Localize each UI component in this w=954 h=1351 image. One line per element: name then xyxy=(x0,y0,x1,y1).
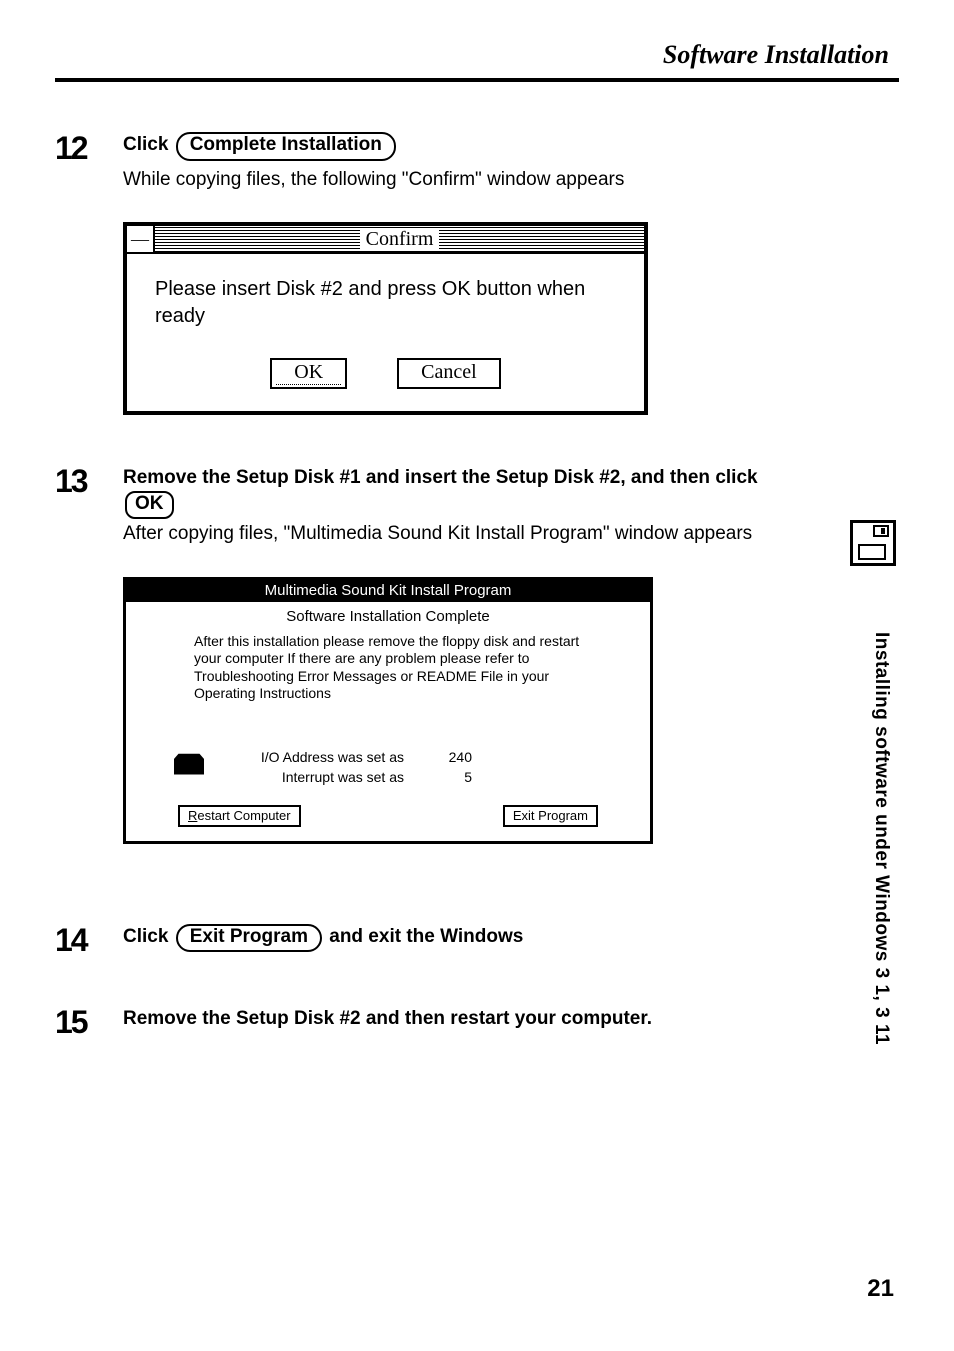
step-description: While copying files, the following "Conf… xyxy=(123,167,899,193)
chip-icon xyxy=(174,749,204,775)
window-subtitle: Software Installation Complete xyxy=(126,602,650,633)
cancel-button[interactable]: Cancel xyxy=(397,358,501,389)
io-address-label: I/O Address was set as xyxy=(224,749,404,765)
interrupt-row: Interrupt was set as 5 xyxy=(224,769,602,785)
step-body: Remove the Setup Disk #1 and insert the … xyxy=(123,465,899,546)
dialog-message: Please insert Disk #2 and press OK butto… xyxy=(127,254,644,340)
io-address-row: I/O Address was set as 240 xyxy=(224,749,602,765)
step-12: 12 Click Complete Installation While cop… xyxy=(55,132,899,192)
step-number: 13 xyxy=(55,465,123,497)
step-title-prefix: Click xyxy=(123,134,168,155)
dialog-title: Confirm xyxy=(360,228,440,251)
confirm-dialog: — Confirm Please insert Disk #2 and pres… xyxy=(123,222,648,415)
page-number: 21 xyxy=(867,1275,894,1303)
window-button-row: Restart Computer Exit Program xyxy=(126,799,650,841)
interrupt-value: 5 xyxy=(432,769,472,785)
dialog-titlebar: — Confirm xyxy=(127,226,644,254)
ok-button[interactable]: OK xyxy=(270,358,347,389)
ok-button-inline[interactable]: OK xyxy=(125,491,174,519)
side-tab-text: Installing software under Windows 3 1, 3… xyxy=(870,632,892,1045)
install-program-window: Multimedia Sound Kit Install Program Sof… xyxy=(123,577,653,844)
page-header: Software Installation xyxy=(55,40,899,82)
exit-program-button-inline[interactable]: Exit Program xyxy=(176,924,322,953)
step-body: Click Exit Program and exit the Windows xyxy=(123,924,899,953)
step-title: Remove the Setup Disk #1 and insert the … xyxy=(123,467,758,488)
window-body-text: After this installation please remove th… xyxy=(126,633,650,703)
step-13: 13 Remove the Setup Disk #1 and insert t… xyxy=(55,465,899,546)
step-title: Remove the Setup Disk #2 and then restar… xyxy=(123,1008,652,1029)
interrupt-label: Interrupt was set as xyxy=(224,769,404,785)
step-number: 14 xyxy=(55,924,123,956)
step-title-prefix: Click xyxy=(123,926,168,947)
step-body: Remove the Setup Disk #2 and then restar… xyxy=(123,1006,899,1032)
step-number: 15 xyxy=(55,1006,123,1038)
step-body: Click Complete Installation While copyin… xyxy=(123,132,899,192)
step-14: 14 Click Exit Program and exit the Windo… xyxy=(55,924,899,956)
restart-computer-button[interactable]: Restart Computer xyxy=(178,805,301,827)
io-address-value: 240 xyxy=(432,749,472,765)
step-description: After copying files, "Multimedia Sound K… xyxy=(123,521,809,547)
dialog-button-row: OK Cancel xyxy=(127,340,644,411)
exit-program-button[interactable]: Exit Program xyxy=(503,805,598,827)
step-title-suffix: and exit the Windows xyxy=(329,926,523,947)
system-menu-icon[interactable]: — xyxy=(127,226,155,252)
complete-installation-button[interactable]: Complete Installation xyxy=(176,132,396,161)
floppy-disk-icon xyxy=(850,520,896,566)
settings-block: I/O Address was set as 240 Interrupt was… xyxy=(126,703,650,799)
step-number: 12 xyxy=(55,132,123,164)
step-15: 15 Remove the Setup Disk #2 and then res… xyxy=(55,1006,899,1038)
window-title: Multimedia Sound Kit Install Program xyxy=(126,580,650,602)
